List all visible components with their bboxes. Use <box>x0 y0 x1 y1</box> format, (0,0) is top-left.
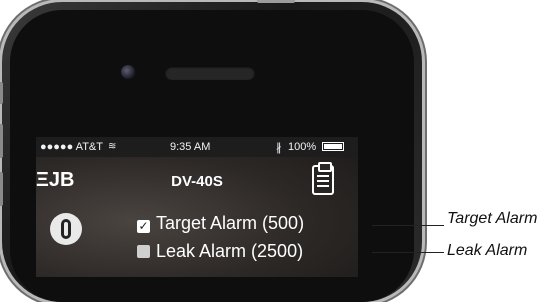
bluetooth-icon: ∦ <box>276 142 282 154</box>
clipboard-icon[interactable] <box>312 162 334 195</box>
battery-percent: 100% <box>288 141 317 153</box>
leak-alarm-label: Leak Alarm (2500) <box>156 241 304 261</box>
earpiece-speaker <box>165 66 255 80</box>
callout-leak-alarm: Leak Alarm <box>447 242 528 259</box>
alarm-row-leak[interactable]: Leak Alarm (2500) <box>137 241 303 262</box>
wifi-icon: ≋ <box>108 141 117 152</box>
callout-line-leak <box>372 252 444 253</box>
callout-line-target <box>372 225 444 226</box>
sensor-icon[interactable] <box>50 213 82 245</box>
volume-down-button <box>0 172 3 206</box>
status-time: 9:35 AM <box>170 141 211 153</box>
target-alarm-checkbox[interactable]: ✓ <box>137 220 150 233</box>
battery-icon <box>322 142 344 151</box>
power-button <box>257 0 295 3</box>
mute-switch <box>0 82 3 104</box>
target-alarm-label: Target Alarm (500) <box>156 213 305 233</box>
front-camera <box>121 65 135 79</box>
app-screen: ●●●●● AT&T ≋ 9:35 AM ∦ 100% ΞJB DV-40S ✓… <box>36 137 358 277</box>
callout-target-alarm: Target Alarm <box>447 210 538 227</box>
alarm-row-target[interactable]: ✓ Target Alarm (500) <box>137 213 304 234</box>
navigation-bar: ΞJB DV-40S <box>36 157 358 205</box>
status-bar: ●●●●● AT&T ≋ 9:35 AM ∦ 100% <box>36 137 358 157</box>
leak-alarm-checkbox[interactable] <box>137 245 150 258</box>
carrier-signal: ●●●●● AT&T <box>40 141 103 153</box>
page-title: DV-40S <box>171 173 223 190</box>
volume-up-button <box>0 124 3 158</box>
